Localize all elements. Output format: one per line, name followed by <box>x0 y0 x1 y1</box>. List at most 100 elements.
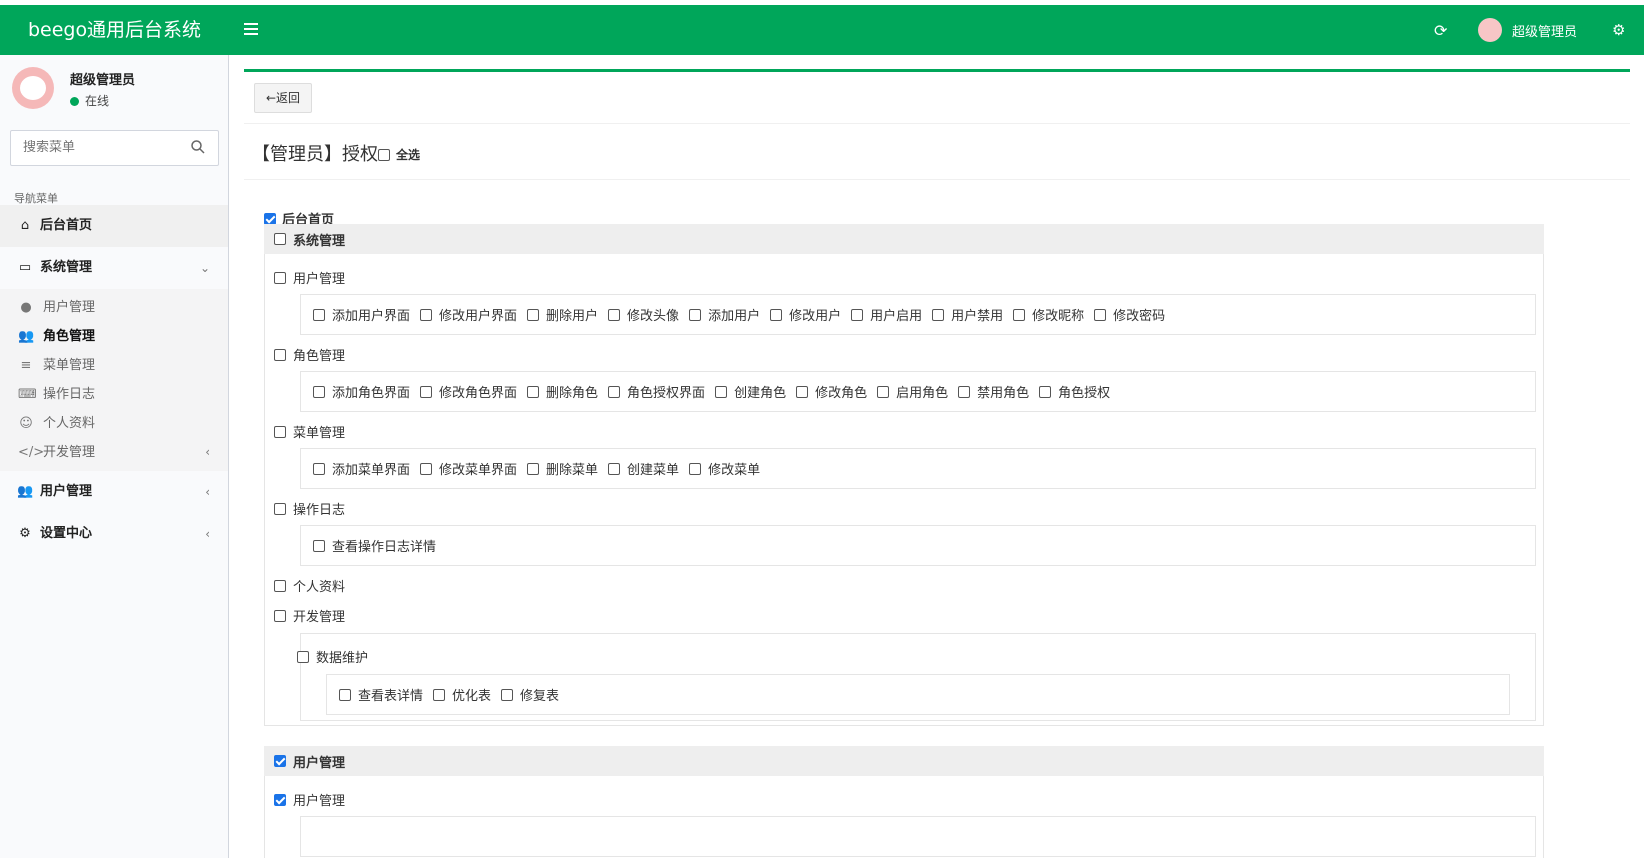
perm-checkbox[interactable] <box>851 308 864 321</box>
perm-checkbox[interactable] <box>689 462 702 475</box>
perm-checkbox[interactable] <box>932 308 945 321</box>
perm-checkbox[interactable] <box>796 385 809 398</box>
perm-menu-mgmt[interactable]: 菜单管理 <box>274 422 345 441</box>
perm-checkbox[interactable] <box>1094 308 1107 321</box>
perm-item[interactable]: 删除菜单 <box>527 459 598 478</box>
sidebar-item-system[interactable]: ▭ 系统管理 ⌄ <box>0 247 228 289</box>
perm-item[interactable]: 用户禁用 <box>932 305 1003 324</box>
perm-checkbox[interactable] <box>1013 308 1026 321</box>
perm-label: 添加用户 <box>708 309 761 324</box>
perm-item[interactable]: 修复表 <box>501 685 559 704</box>
perm-checkbox[interactable] <box>420 385 433 398</box>
perm-item[interactable]: 修改菜单界面 <box>420 459 517 478</box>
select-all[interactable]: 全选 <box>378 146 420 163</box>
perm-item[interactable]: 添加用户 <box>689 305 760 324</box>
perm-checkbox[interactable] <box>264 212 276 225</box>
perm-checkbox[interactable] <box>274 348 286 361</box>
perm-dev-mgmt[interactable]: 开发管理 <box>274 606 345 625</box>
perm-checkbox[interactable] <box>274 233 286 245</box>
sidebar-subitem-roles[interactable]: 👥 角色管理 <box>0 322 228 351</box>
sidebar-item-home[interactable]: ⌂ 后台首页 <box>0 205 228 247</box>
perm-checkbox[interactable] <box>608 385 621 398</box>
select-all-checkbox[interactable] <box>378 148 390 161</box>
perm-checkbox[interactable] <box>297 650 309 663</box>
back-button[interactable]: ←返回 <box>254 83 312 113</box>
perm-item[interactable]: 删除角色 <box>527 382 598 401</box>
perm-item[interactable]: 角色授权 <box>1039 382 1110 401</box>
search-icon[interactable] <box>190 139 206 155</box>
perm-item[interactable]: 查看表详情 <box>339 685 423 704</box>
sidebar-item-user-mgmt[interactable]: 👥 用户管理 ‹ <box>0 471 228 513</box>
perm-checkbox[interactable] <box>420 462 433 475</box>
sidebar-subitem-profile[interactable]: ☺ 个人资料 <box>0 409 228 438</box>
perm-checkbox[interactable] <box>313 462 325 475</box>
perm-checkbox[interactable] <box>274 755 286 767</box>
perm-checkbox[interactable] <box>527 462 540 475</box>
perm-item[interactable]: 删除用户 <box>527 305 598 324</box>
perm-item[interactable]: 创建角色 <box>715 382 786 401</box>
perm-checkbox[interactable] <box>433 688 446 701</box>
perm-checkbox[interactable] <box>527 385 540 398</box>
perm-checkbox[interactable] <box>339 688 351 701</box>
perm-checkbox[interactable] <box>313 385 325 398</box>
perm-item[interactable]: 修改昵称 <box>1013 305 1084 324</box>
perm-checkbox[interactable] <box>420 308 433 321</box>
sidebar-user-panel: 超级管理员 在线 <box>12 67 222 117</box>
perm-item[interactable]: 修改角色界面 <box>420 382 517 401</box>
sidebar-subitem-menus[interactable]: ≡ 菜单管理 <box>0 351 228 380</box>
perm-checkbox[interactable] <box>1039 385 1052 398</box>
sidebar-subitem-logs[interactable]: ⌨ 操作日志 <box>0 380 228 409</box>
perm-checkbox[interactable] <box>274 793 286 806</box>
perm-checkbox[interactable] <box>274 579 286 592</box>
perm-item[interactable]: 修改角色 <box>796 382 867 401</box>
perm-item[interactable]: 修改用户 <box>770 305 841 324</box>
perm-checkbox[interactable] <box>770 308 783 321</box>
perm-checkbox[interactable] <box>527 308 540 321</box>
perm-item[interactable]: 优化表 <box>433 685 491 704</box>
perm-item[interactable]: 禁用角色 <box>958 382 1029 401</box>
perm-user-group-child[interactable]: 用户管理 <box>274 790 345 809</box>
perm-item[interactable]: 添加菜单界面 <box>313 459 410 478</box>
perm-checkbox[interactable] <box>274 271 286 284</box>
perm-checkbox[interactable] <box>958 385 971 398</box>
perm-item[interactable]: 角色授权界面 <box>608 382 705 401</box>
perm-item[interactable]: 用户启用 <box>851 305 922 324</box>
perm-item[interactable]: 添加用户界面 <box>313 305 410 324</box>
user-menu[interactable]: 超级管理员 <box>1478 17 1577 43</box>
perm-item[interactable]: 添加角色界面 <box>313 382 410 401</box>
sidebar-toggle-icon[interactable] <box>244 20 258 40</box>
perm-checkbox[interactable] <box>608 308 621 321</box>
perm-checkbox[interactable] <box>313 308 325 321</box>
perm-item[interactable]: 修改密码 <box>1094 305 1165 324</box>
perm-item[interactable]: 查看操作日志详情 <box>313 536 436 555</box>
perm-checkbox[interactable] <box>274 609 286 622</box>
perm-item[interactable]: 修改菜单 <box>689 459 760 478</box>
perm-checkbox[interactable] <box>689 308 702 321</box>
perm-group-user[interactable]: 用户管理 <box>264 746 1544 776</box>
perm-checkbox[interactable] <box>274 502 286 515</box>
perm-item[interactable]: 修改用户界面 <box>420 305 517 324</box>
perm-item[interactable]: 修改头像 <box>608 305 679 324</box>
perm-checkbox[interactable] <box>715 385 728 398</box>
perm-role-mgmt[interactable]: 角色管理 <box>274 345 345 364</box>
perm-checkbox[interactable] <box>877 385 890 398</box>
sidebar-subitem-dev[interactable]: </> 开发管理 ‹ <box>0 438 228 467</box>
perm-checkbox[interactable] <box>501 688 514 701</box>
perm-checkbox[interactable] <box>608 462 621 475</box>
gears-icon[interactable]: ⚙ <box>1612 21 1625 39</box>
sidebar-item-settings[interactable]: ⚙ 设置中心 ‹ <box>0 513 228 555</box>
perm-checkbox[interactable] <box>274 425 286 438</box>
refresh-icon[interactable]: ⟳ <box>1434 21 1447 40</box>
perm-user-mgmt[interactable]: 用户管理 <box>274 268 345 287</box>
perm-group-system[interactable]: 系统管理 <box>264 224 1544 254</box>
sidebar-subitem-label: 操作日志 <box>43 387 96 402</box>
brand-logo[interactable]: beego通用后台系统 <box>0 5 229 55</box>
perm-profile[interactable]: 个人资料 <box>274 576 345 595</box>
search-input[interactable] <box>23 140 173 155</box>
perm-item[interactable]: 创建菜单 <box>608 459 679 478</box>
perm-log[interactable]: 操作日志 <box>274 499 345 518</box>
sidebar-subitem-users[interactable]: ● 用户管理 <box>0 293 228 322</box>
perm-checkbox[interactable] <box>313 539 325 552</box>
perm-item[interactable]: 启用角色 <box>877 382 948 401</box>
perm-data-maint[interactable]: 数据维护 <box>297 647 368 666</box>
